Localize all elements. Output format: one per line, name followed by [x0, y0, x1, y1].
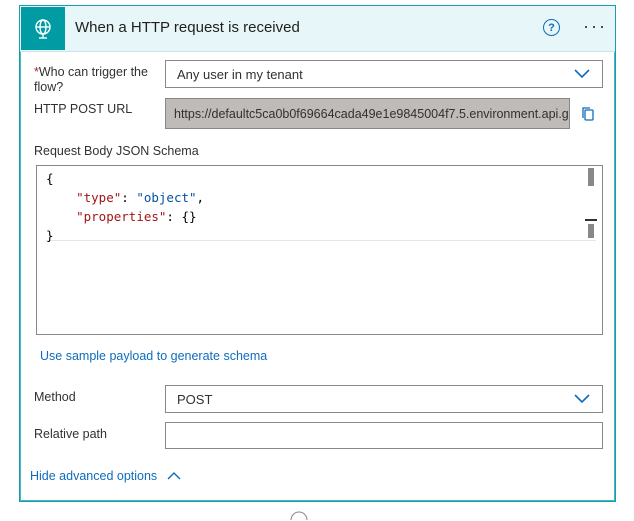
who-can-trigger-value: Any user in my tenant [177, 66, 303, 82]
code-line-2: "type": "object", [76, 190, 205, 205]
schema-editor[interactable]: { "type": "object", "properties": {} } [36, 165, 603, 335]
code-line-4: } [46, 228, 54, 243]
more-options-icon[interactable]: ··· [583, 16, 607, 37]
http-post-url-label: HTTP POST URL [34, 102, 133, 116]
hide-advanced-label: Hide advanced options [30, 469, 158, 483]
method-dropdown[interactable]: POST [165, 385, 603, 413]
code-line-1: { [46, 171, 54, 186]
chevron-down-icon [574, 69, 590, 79]
card-header[interactable]: When a HTTP request is received ? ··· [20, 6, 615, 52]
hide-advanced-options-link[interactable]: Hide advanced options [30, 469, 181, 483]
vertical-scrollbar[interactable] [588, 168, 594, 186]
who-can-trigger-dropdown[interactable]: Any user in my tenant [165, 60, 603, 88]
method-label: Method [34, 390, 76, 404]
schema-label: Request Body JSON Schema [34, 144, 199, 158]
help-icon[interactable]: ? [543, 19, 560, 36]
globe-icon [21, 7, 65, 50]
method-value: POST [177, 391, 213, 407]
who-can-trigger-label: *Who can trigger the flow? [34, 65, 159, 95]
card-title: When a HTTP request is received [75, 19, 300, 36]
schema-code: { "type": "object", "properties": {} } [46, 169, 204, 245]
copy-icon[interactable] [580, 106, 596, 122]
who-label-text: Who can trigger the flow? [34, 65, 148, 94]
scroll-marker [585, 219, 597, 221]
code-line-3: "properties": {} [76, 209, 197, 224]
relative-path-input[interactable] [165, 422, 603, 449]
vertical-scrollbar-lower[interactable] [588, 224, 594, 238]
trigger-card: When a HTTP request is received ? ··· *W… [19, 5, 616, 502]
chevron-down-icon [574, 394, 590, 404]
connector-icon [290, 511, 308, 521]
relative-path-label: Relative path [34, 427, 107, 441]
http-post-url-field[interactable]: https://defaultc5ca0b0f69664cada49e1e984… [165, 98, 570, 129]
chevron-up-icon [167, 472, 181, 480]
sample-payload-link[interactable]: Use sample payload to generate schema [40, 349, 267, 363]
